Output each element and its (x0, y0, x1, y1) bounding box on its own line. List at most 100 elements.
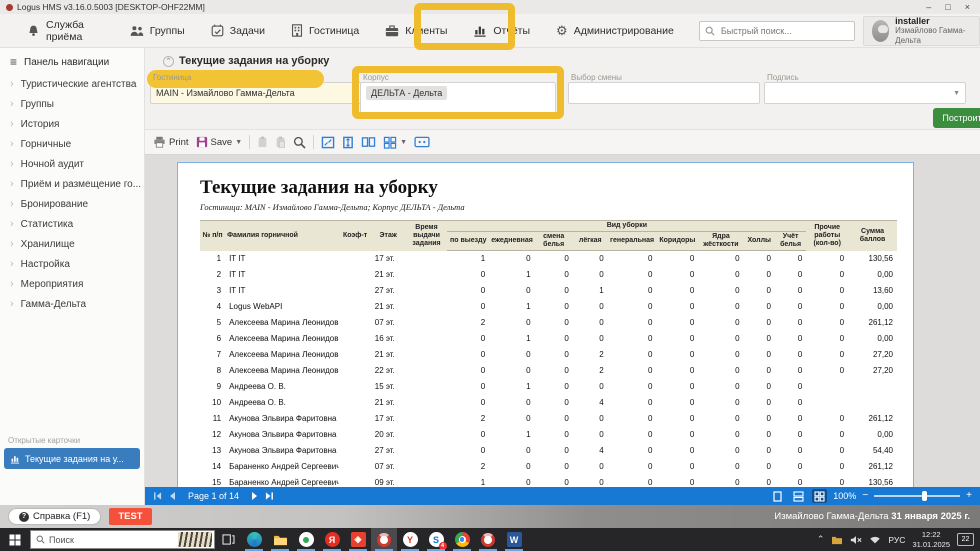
building-select[interactable]: ДЕЛЬТА - Дельта (360, 82, 556, 118)
chrome-icon[interactable] (449, 528, 475, 551)
table-cell: 0 (689, 398, 695, 408)
quick-search[interactable] (698, 20, 855, 41)
table-cell: 0 (735, 286, 740, 296)
copy-button[interactable] (257, 136, 268, 148)
zoom-out-button[interactable]: − (862, 491, 868, 501)
edge-icon[interactable] (241, 528, 267, 551)
zoom-in-button[interactable]: + (966, 491, 972, 501)
logus-swirl-icon (481, 532, 495, 547)
sidebar-item-storage[interactable]: › Хранилище (0, 234, 144, 254)
sidebar-item-travel-agencies[interactable]: › Туристические агентства (0, 74, 144, 94)
table-cell: IT IT (229, 286, 246, 296)
table-cell: 9 (216, 382, 222, 392)
bell-icon (29, 25, 38, 36)
sidebar-item-housekeepers[interactable]: › Горничные (0, 134, 144, 154)
save-button[interactable]: Save ▼ (196, 136, 242, 148)
sidebar-item-events[interactable]: › Мероприятия (0, 274, 144, 294)
single-page-view-button[interactable] (770, 489, 785, 503)
status-bar: ? Справка (F1) TEST Измайлово Гамма-Дель… (0, 505, 980, 528)
fit-page-button[interactable] (321, 136, 335, 149)
zebra-image[interactable] (178, 532, 212, 547)
language-indicator[interactable]: РУС (888, 535, 905, 545)
tray-expand-icon[interactable]: ⌃ (817, 534, 825, 545)
table-cell: 27 эт. (374, 286, 395, 296)
paste-button[interactable] (275, 136, 286, 148)
table-cell (339, 395, 370, 411)
building-chip[interactable]: ДЕЛЬТА - Дельта (366, 86, 448, 100)
tray-folder-icon[interactable] (831, 535, 843, 545)
quick-search-input[interactable] (718, 24, 849, 37)
sidebar-item-gamma-delta[interactable]: › Гамма-Дельта (0, 294, 144, 314)
zoom-tool-button[interactable] (293, 136, 306, 149)
table-cell: 09 эт. (374, 478, 395, 487)
sidebar-item-history[interactable]: › История (0, 114, 144, 134)
table-cell: 0 (735, 302, 740, 312)
tab-tasks[interactable]: Задачи (198, 14, 278, 48)
file-explorer-icon[interactable] (267, 528, 293, 551)
zoom-slider-thumb[interactable] (922, 491, 928, 501)
tab-clients[interactable]: Клиенты (372, 14, 460, 48)
logus-hms-second-icon[interactable] (475, 528, 501, 551)
two-page-view-button[interactable] (791, 489, 806, 503)
table-cell (339, 251, 370, 267)
tab-administration[interactable]: ⚙ Администрирование (543, 14, 687, 48)
report-subtitle: Гостиница: MAIN - Измайлово Гамма-Дельта… (200, 202, 465, 212)
minimize-button[interactable]: – (926, 2, 931, 12)
sidebar-item-booking[interactable]: › Бронирование (0, 194, 144, 214)
prev-page-button[interactable] (168, 491, 176, 501)
meet-icon[interactable] (293, 528, 319, 551)
speaker-muted-icon[interactable] (850, 535, 862, 545)
close-button[interactable]: × (965, 2, 970, 12)
table-cell: 21 эт. (374, 398, 395, 408)
tab-reports[interactable]: Отчёты (460, 14, 543, 48)
table-cell: 1 (216, 254, 222, 264)
table-cell (406, 315, 448, 331)
table-row: 8 Алексеева Марина Леонидов 22 эт. 0 0 0 2 0 0 0 0… (200, 363, 897, 379)
network-icon[interactable] (869, 535, 881, 545)
user-menu[interactable]: installer Измайлово Гамма-Дельта (862, 15, 980, 46)
table-cell: 0 (839, 286, 845, 296)
open-card-current-cleaning[interactable]: Текущие задания на у... (4, 448, 140, 469)
red-diamond-app-icon[interactable]: ◈ (345, 528, 371, 551)
start-button[interactable] (0, 528, 30, 551)
task-view-button[interactable] (215, 528, 241, 551)
sidebar-header[interactable]: ≡ Панель навигации (0, 48, 144, 74)
signature-select[interactable]: ▼ (764, 82, 966, 104)
taskbar-search[interactable]: Поиск (30, 530, 215, 549)
notification-center-button[interactable]: 22 (957, 533, 974, 546)
sidebar-item-statistics[interactable]: › Статистика (0, 214, 144, 234)
maximize-button[interactable]: □ (945, 2, 950, 12)
yandex-browser-icon[interactable]: Y (397, 528, 423, 551)
collapse-icon[interactable]: ⌃ (163, 55, 174, 67)
skype-icon[interactable]: S4 (423, 528, 449, 551)
print-button[interactable]: Print (153, 136, 189, 148)
tab-hotel[interactable]: Гостиница (278, 14, 372, 48)
sidebar-item-settings[interactable]: › Настройка (0, 254, 144, 274)
logus-hms-taskbar-icon[interactable] (371, 528, 397, 551)
grid-view-button[interactable] (812, 489, 828, 503)
table-cell: IT IT (229, 254, 246, 264)
table-cell (806, 379, 848, 395)
hotel-select[interactable]: MAIN - Измайлово Гамма-Дельта ▼ (150, 82, 365, 104)
watermark-button[interactable] (414, 136, 430, 148)
table-cell (339, 283, 370, 299)
taskbar-clock[interactable]: 12:22 31.01.2025 (912, 530, 950, 549)
next-page-button[interactable] (251, 491, 259, 501)
tab-groups[interactable]: Группы (117, 14, 198, 48)
word-icon[interactable]: W (501, 528, 527, 551)
help-button[interactable]: ? Справка (F1) (8, 508, 102, 525)
last-page-button[interactable] (265, 491, 274, 501)
first-page-button[interactable] (153, 491, 162, 501)
build-report-button[interactable]: Построить отчёт (933, 108, 980, 128)
sidebar-item-night-audit[interactable]: › Ночной аудит (0, 154, 144, 174)
zoom-slider[interactable] (874, 491, 961, 501)
tab-front-office[interactable]: Служба приёма (14, 14, 117, 48)
sidebar-item-checkin[interactable]: › Приём и размещение го... (0, 174, 144, 194)
shift-select[interactable] (568, 82, 760, 104)
multi-page-button[interactable] (361, 136, 376, 149)
page-layout-button[interactable]: ▼ (383, 136, 407, 149)
fit-height-button[interactable] (342, 136, 354, 149)
sidebar-item-groups[interactable]: › Группы (0, 94, 144, 114)
yandex-icon[interactable]: Я (319, 528, 345, 551)
table-cell: 0 (839, 350, 845, 360)
